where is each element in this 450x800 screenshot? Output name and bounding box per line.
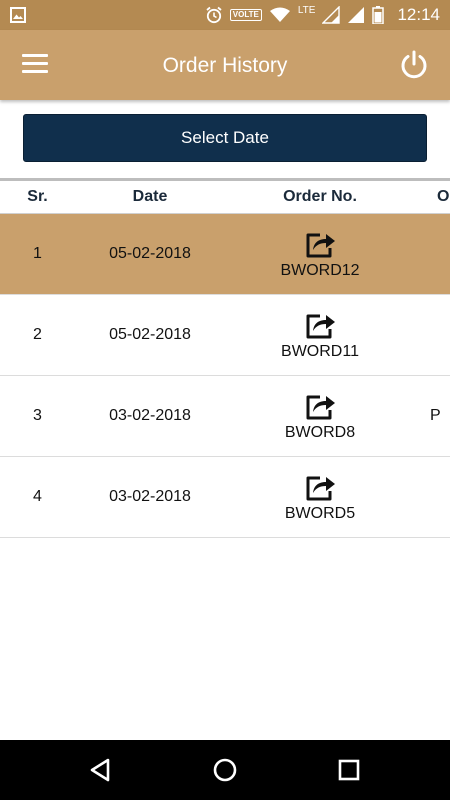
image-icon: [10, 7, 26, 23]
alarm-icon: [206, 6, 222, 24]
wifi-icon: [269, 7, 290, 22]
date-cell: 03-02-2018: [109, 488, 191, 505]
lte-label: LTE: [297, 4, 316, 16]
date-cell: 05-02-2018: [109, 245, 191, 262]
header-date: Date: [132, 188, 168, 205]
signal-icon: [348, 7, 365, 23]
sr-cell: 1: [33, 245, 42, 262]
header-sr: Sr.: [27, 188, 48, 205]
date-cell: 05-02-2018: [109, 326, 191, 343]
order-number: BWORD12: [280, 261, 360, 279]
extra-cell: [430, 457, 450, 537]
table-row[interactable]: 4 03-02-2018 BWORD5: [0, 457, 450, 538]
order-cell: BWORD12: [240, 214, 400, 294]
table-row[interactable]: 3 03-02-2018 BWORD8 P: [0, 376, 450, 457]
home-icon[interactable]: [210, 755, 240, 785]
extra-cell: [430, 214, 450, 294]
navigation-bar: [0, 740, 450, 800]
order-number: BWORD8: [284, 423, 356, 441]
order-cell: BWORD5: [240, 457, 400, 537]
volte-badge: VOLTE: [229, 9, 262, 21]
share-icon[interactable]: [304, 229, 336, 259]
sr-cell: 3: [33, 407, 42, 424]
power-icon[interactable]: [398, 49, 430, 81]
sr-cell: 2: [33, 326, 42, 343]
recents-icon[interactable]: [334, 755, 364, 785]
order-number: BWORD5: [284, 504, 356, 522]
date-cell: 03-02-2018: [109, 407, 191, 424]
order-number: BWORD11: [281, 342, 359, 360]
back-icon[interactable]: [86, 755, 116, 785]
hamburger-menu-icon[interactable]: [22, 54, 48, 76]
order-cell: BWORD8: [240, 376, 400, 456]
signal-icon: [322, 6, 341, 24]
table-row[interactable]: 1 05-02-2018 BWORD12: [0, 214, 450, 295]
page-title: Order History: [162, 54, 288, 77]
order-history-table: Sr. Date Order No. O 1 05-02-2018 BWORD1…: [0, 178, 450, 538]
status-bar: VOLTE LTE 12:14: [0, 0, 450, 30]
share-icon[interactable]: [304, 391, 336, 421]
sr-cell: 4: [33, 488, 42, 505]
header-order-no: Order No.: [283, 188, 357, 205]
table-row[interactable]: 2 05-02-2018 BWORD11: [0, 295, 450, 376]
share-icon[interactable]: [304, 310, 336, 340]
select-date-button[interactable]: Select Date: [23, 114, 427, 162]
clock: 12:14: [397, 5, 440, 24]
battery-icon: [372, 6, 385, 24]
app-bar: Order History: [0, 30, 450, 100]
extra-cell: P: [430, 407, 441, 424]
share-icon[interactable]: [304, 472, 336, 502]
table-header: Sr. Date Order No. O: [0, 181, 450, 214]
order-cell: BWORD11: [240, 295, 400, 375]
header-partial: O: [437, 188, 450, 205]
extra-cell: [430, 295, 450, 375]
